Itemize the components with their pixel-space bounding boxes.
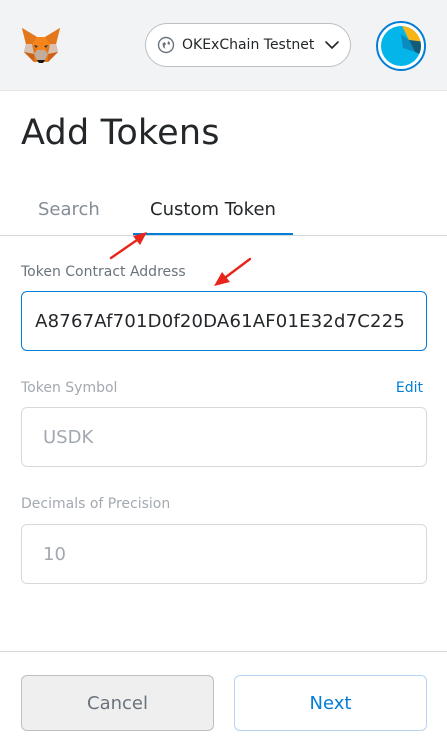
token-symbol-input[interactable]: USDK — [21, 407, 427, 467]
decimals-input[interactable]: 10 — [21, 524, 427, 584]
contract-address-value: A8767Af701D0f20DA61AF01E32d7C225 — [35, 310, 405, 332]
contract-address-label: Token Contract Address — [21, 264, 186, 280]
chevron-down-icon — [324, 37, 340, 53]
network-name: OKExChain Testnet — [182, 37, 315, 53]
edit-symbol-link[interactable]: Edit — [396, 380, 423, 396]
cancel-button[interactable]: Cancel — [21, 675, 214, 731]
arrow-to-address-label — [214, 257, 252, 286]
network-selector[interactable]: OKExChain Testnet — [145, 23, 351, 67]
next-button[interactable]: Next — [234, 675, 427, 731]
account-identicon[interactable] — [376, 21, 426, 71]
app-header: OKExChain Testnet — [0, 0, 447, 91]
network-globe-icon — [157, 36, 175, 54]
tab-bar: Search Custom Token — [0, 188, 447, 236]
add-tokens-popup: OKExChain Testnet Add Tokens Search Cust… — [0, 0, 447, 752]
tab-search[interactable]: Search — [38, 188, 100, 234]
tab-custom-token[interactable]: Custom Token — [133, 188, 293, 235]
contract-address-input[interactable]: A8767Af701D0f20DA61AF01E32d7C225 — [21, 291, 427, 351]
metamask-fox-icon[interactable] — [20, 24, 62, 66]
page-title: Add Tokens — [21, 113, 220, 153]
decimals-value: 10 — [43, 543, 66, 565]
decimals-label: Decimals of Precision — [21, 496, 171, 512]
token-symbol-label: Token Symbol — [21, 380, 118, 396]
footer: Cancel Next — [0, 651, 447, 752]
token-symbol-value: USDK — [43, 426, 94, 448]
